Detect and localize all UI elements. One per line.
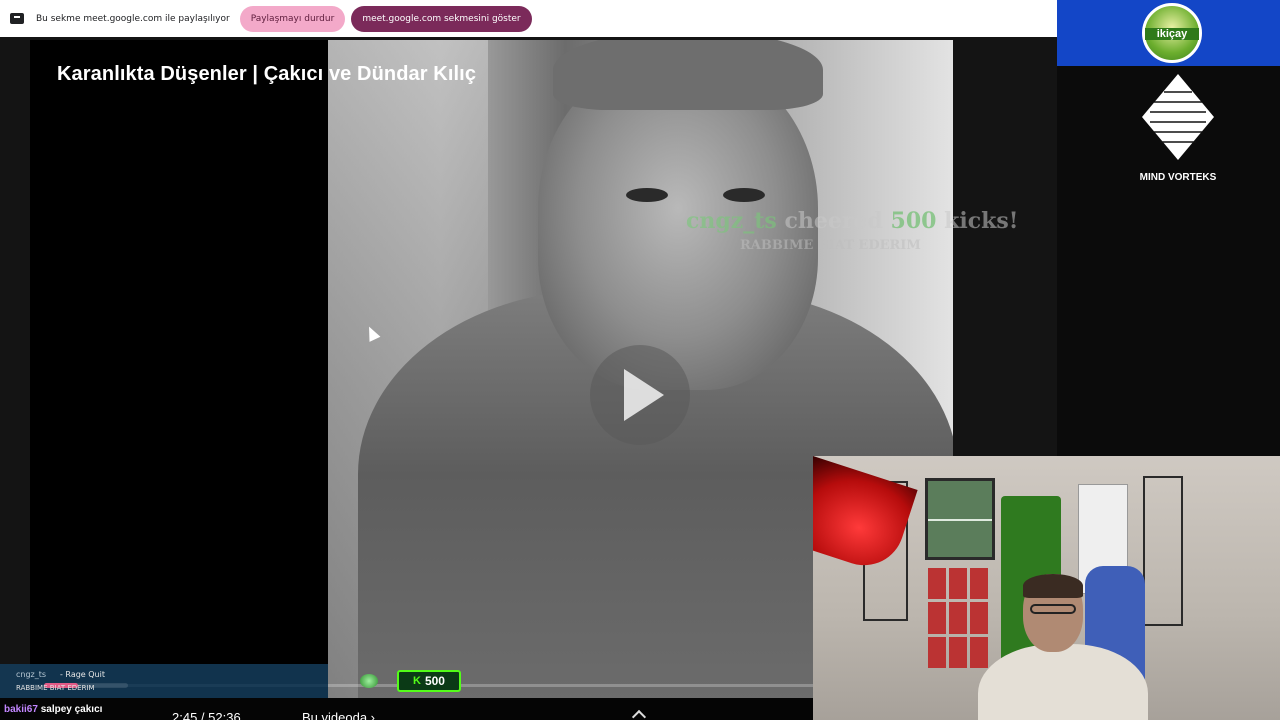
in-this-video-button[interactable]: Bu videoda › <box>302 710 375 720</box>
chat-username: bakii67 <box>4 704 38 715</box>
kick-gem-icon <box>360 674 378 688</box>
video-time: 2:45 / 52:36 <box>172 710 241 720</box>
chat-message-line: bakii67 salpey çakıcı <box>4 704 102 715</box>
goal-bar-label: - Rage Quit <box>60 670 105 679</box>
webcam-football-pitch-frame <box>925 478 995 560</box>
goal-bar-message: RABBIME BIAT EDERIM <box>16 684 95 692</box>
webcam-shelf-right <box>1143 476 1183 626</box>
kick-alert-username: cngz_ts <box>686 208 777 234</box>
goal-bar-username: cngz_ts <box>16 670 47 679</box>
screen-share-icon <box>10 13 24 24</box>
kick-amount-value: 500 <box>424 674 445 688</box>
goal-bar <box>0 664 328 698</box>
screen: Bu sekme meet.google.com ile paylaşılıyo… <box>0 0 1280 720</box>
right-overlay-column <box>1057 0 1280 456</box>
ikicay-logo: ikiçay <box>1142 3 1202 63</box>
kick-k-icon: K <box>413 675 421 687</box>
show-meet-tab-button[interactable]: meet.google.com sekmesini göster <box>351 5 532 32</box>
photo-soldier-hat <box>553 40 823 110</box>
mind-vorteks-logo-icon <box>1142 74 1214 160</box>
streamer-webcam <box>813 456 1280 720</box>
screen-share-bar: Bu sekme meet.google.com ile paylaşılıyo… <box>0 0 1057 37</box>
play-button[interactable] <box>590 345 690 445</box>
webcam-streamer <box>968 574 1148 720</box>
photo-left-eye <box>626 188 668 202</box>
player-controls-strip <box>0 698 813 720</box>
kick-cheer-alert: cngz_ts cheered 500 kicks! <box>686 208 1018 234</box>
kick-alert-suffix: kicks! <box>936 208 1019 234</box>
kick-alert-message: RABBIME BIAT EDERIM <box>740 238 921 253</box>
video-title[interactable]: Karanlıkta Düşenler | Çakıcı ve Dündar K… <box>57 63 476 86</box>
stop-sharing-button[interactable]: Paylaşmayı durdur <box>239 5 346 32</box>
share-status-text: Bu sekme meet.google.com ile paylaşılıyo… <box>36 13 230 24</box>
chat-text: salpey çakıcı <box>37 704 103 715</box>
ikicay-logo-text: ikiçay <box>1145 28 1199 40</box>
kick-amount-badge: K 500 <box>397 670 461 692</box>
kick-alert-action: cheered <box>776 208 891 234</box>
mind-vorteks-label: MIND VORTEKS <box>1139 172 1217 183</box>
photo-right-eye <box>723 188 765 202</box>
kick-alert-amount: 500 <box>890 208 937 234</box>
